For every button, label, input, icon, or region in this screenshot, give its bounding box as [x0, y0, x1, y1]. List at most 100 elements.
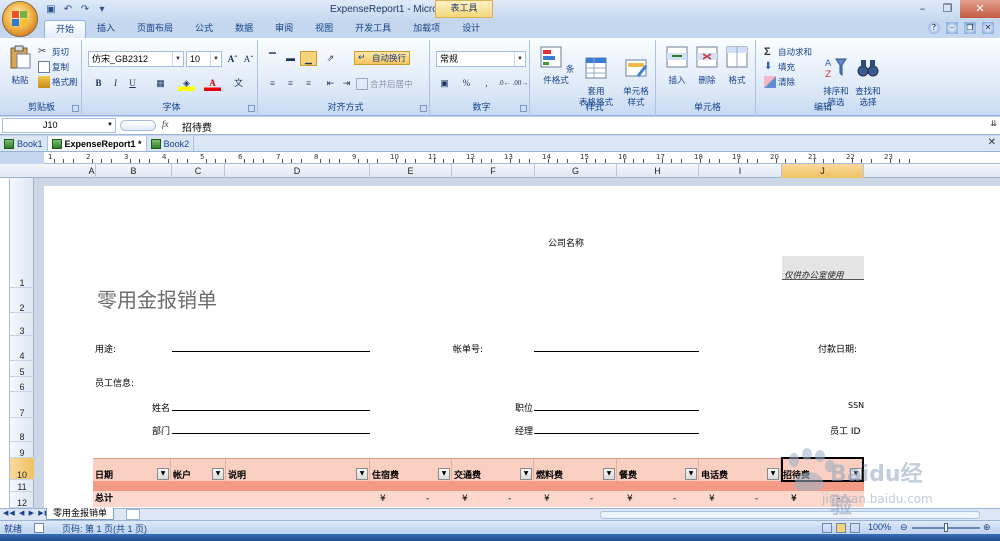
zoom-level[interactable]: 100%	[868, 522, 891, 532]
row-header[interactable]: 3	[10, 313, 34, 336]
workbook-tab[interactable]: Book1	[0, 136, 48, 151]
column-header[interactable]: F	[452, 164, 535, 178]
office-use-box[interactable]: 仅供办公室使用	[782, 256, 864, 281]
insert-sheet-icon[interactable]	[126, 509, 140, 520]
ribbon-tab[interactable]: 公式	[184, 20, 224, 38]
column-header[interactable]: A	[88, 164, 96, 178]
percent-button[interactable]: %	[458, 76, 475, 91]
purpose-field[interactable]	[172, 351, 370, 352]
phonetic-icon[interactable]: 文	[230, 76, 247, 91]
manager-field[interactable]	[534, 433, 699, 434]
fill-color-icon[interactable]: ◈	[178, 76, 195, 91]
close-workbook-icon[interactable]: ✕	[982, 22, 994, 34]
total-value[interactable]: -	[590, 491, 593, 507]
delete-cells-button[interactable]: 删除	[692, 44, 722, 86]
ribbon-tab[interactable]: 视图	[304, 20, 344, 38]
bold-button[interactable]: B	[90, 76, 107, 91]
total-currency[interactable]: ¥	[462, 491, 468, 507]
normal-view-icon[interactable]	[822, 523, 832, 533]
row-header[interactable]: 4	[10, 336, 34, 361]
column-header[interactable]: J	[782, 164, 864, 178]
zoom-out-icon[interactable]: ⊖	[900, 522, 908, 533]
autosum-button[interactable]: Σ 自动求和	[764, 45, 812, 59]
row-header[interactable]: 12	[10, 492, 34, 508]
filter-dropdown-icon[interactable]: ▼	[212, 468, 224, 480]
font-launcher-icon[interactable]	[248, 105, 255, 112]
row-header[interactable]: 5	[10, 361, 34, 377]
format-painter-button[interactable]: 格式刷	[38, 75, 78, 89]
wrap-text-button[interactable]: ↵ 自动换行	[354, 51, 411, 65]
align-bottom-icon[interactable]: ▁	[300, 51, 317, 66]
filter-dropdown-icon[interactable]: ▼	[767, 468, 779, 480]
decrease-decimal-icon[interactable]: .00→	[512, 76, 529, 91]
ribbon-tab[interactable]: 数据	[224, 20, 264, 38]
sort-filter-button[interactable]: AZ 排序和 筛选	[820, 44, 852, 108]
total-value[interactable]: -	[755, 491, 758, 507]
column-header[interactable]: H	[617, 164, 699, 178]
formula-splitter[interactable]	[120, 120, 156, 131]
total-currency[interactable]: ¥	[709, 491, 715, 507]
align-right-icon[interactable]: ≡	[300, 76, 317, 91]
align-left-icon[interactable]: ≡	[264, 76, 281, 91]
workbook-tab[interactable]: Book2	[147, 136, 195, 151]
table-header-cell[interactable]: 餐费 ▼	[617, 459, 699, 482]
macro-record-icon[interactable]	[34, 523, 44, 533]
expand-formula-icon[interactable]: ⇊	[990, 119, 997, 128]
total-currency[interactable]: ¥	[544, 491, 550, 507]
name-box[interactable]: J10 ▼	[2, 118, 116, 133]
ribbon-tab[interactable]: 开始	[44, 20, 87, 38]
formula-content[interactable]: 招待费	[182, 119, 212, 134]
ribbon-tab[interactable]: 加载项	[402, 20, 451, 38]
table-header-cell[interactable]: 交通费 ▼	[452, 459, 534, 482]
total-currency[interactable]: ¥	[627, 491, 633, 507]
column-header[interactable]: G	[535, 164, 617, 178]
cell-styles-button[interactable]: 单元格 样式	[616, 44, 656, 108]
font-color-icon[interactable]: A	[204, 76, 221, 91]
clear-button[interactable]: 清除	[764, 75, 795, 89]
row-header[interactable]: 9	[10, 442, 34, 458]
redo-icon[interactable]: ↷	[78, 3, 92, 17]
column-header[interactable]: I	[699, 164, 782, 178]
company-name[interactable]: 公司名称	[548, 236, 584, 249]
grow-font-icon[interactable]: Aˆ	[224, 52, 241, 67]
font-size-combo[interactable]: 10 ▼	[186, 51, 222, 67]
total-currency[interactable]: ¥	[380, 491, 386, 507]
row-header[interactable]: 10	[10, 458, 34, 480]
ribbon-tab[interactable]: 设计	[451, 20, 491, 38]
table-header-cell[interactable]: 日期 ▼	[93, 459, 171, 482]
orientation-icon[interactable]: ⇗	[322, 51, 339, 66]
row-header[interactable]: 1	[10, 258, 34, 288]
ribbon-tab[interactable]: 审阅	[264, 20, 304, 38]
total-value[interactable]: -	[508, 491, 511, 507]
name-field[interactable]	[172, 410, 370, 411]
sheet-nav-icon[interactable]: ◀◀ ◀ ▶ ▶▶	[3, 509, 51, 517]
number-launcher-icon[interactable]	[520, 105, 527, 112]
filter-dropdown-icon[interactable]: ▼	[356, 468, 368, 480]
undo-icon[interactable]: ↶	[61, 3, 75, 17]
paste-button[interactable]: 粘贴	[5, 44, 35, 86]
table-header-cell[interactable]: 说明 ▼	[226, 459, 370, 482]
borders-icon[interactable]: ▦	[152, 76, 169, 91]
filter-dropdown-icon[interactable]: ▼	[603, 468, 615, 480]
fill-button[interactable]: ⬇ 填充	[764, 60, 795, 74]
close-window-icon[interactable]: ✕	[988, 137, 996, 148]
shrink-font-icon[interactable]: Aˇ	[240, 52, 257, 67]
decrease-indent-icon[interactable]: ⇤	[322, 76, 339, 91]
filter-dropdown-icon[interactable]: ▼	[685, 468, 697, 480]
currency-format-icon[interactable]: ▣	[436, 76, 453, 91]
column-header[interactable]: C	[172, 164, 225, 178]
minimize-icon[interactable]: –	[910, 0, 935, 18]
row-header[interactable]: 2	[10, 288, 34, 313]
table-header-cell[interactable]: 燃料费 ▼	[534, 459, 617, 482]
help-icon[interactable]: ?	[928, 22, 940, 34]
page-layout-view-icon[interactable]	[836, 523, 846, 533]
row-header[interactable]: 8	[10, 418, 34, 442]
align-middle-icon[interactable]: ▬	[282, 51, 299, 66]
format-cells-button[interactable]: 格式	[722, 44, 752, 86]
ribbon-tab[interactable]: 页面布局	[126, 20, 184, 38]
minimize-workbook-icon[interactable]: –	[946, 22, 958, 34]
office-button[interactable]	[2, 1, 38, 37]
dept-field[interactable]	[172, 433, 370, 434]
ribbon-tab[interactable]: 插入	[86, 20, 126, 38]
filter-dropdown-icon[interactable]: ▼	[520, 468, 532, 480]
